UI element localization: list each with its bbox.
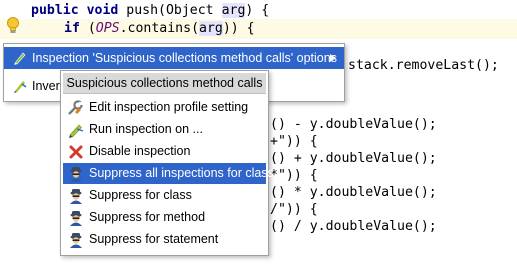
suppress-all-menu-item[interactable]: Suppress all inspections for class [63, 163, 274, 184]
menu-item-label: Run inspection on ... [89, 122, 203, 136]
code-line-8: *")) { [270, 168, 318, 183]
code-line-2: if (OPS.contains(arg)) { [64, 20, 255, 37]
menu-item-label: Edit inspection profile setting [89, 100, 249, 114]
code-line-7: () + y.doubleValue(); [270, 151, 437, 166]
code-text: .contains( [119, 21, 200, 36]
code-line-10: /")) { [270, 202, 318, 217]
invert-icon [14, 81, 27, 93]
code-line-11: () / y.doubleValue(); [270, 219, 437, 234]
code-line-5: () - y.doubleValue(); [270, 117, 437, 132]
code-line-3: stack.removeLast(); [348, 58, 499, 73]
menu-item-label: Suppress for method [89, 210, 206, 224]
keyword: public void [31, 3, 119, 18]
inspection-options-icon [14, 52, 26, 65]
suppress-icon [70, 233, 82, 248]
edit-profile-icon [68, 100, 83, 115]
disable-inspection-menu-item[interactable]: Disable inspection [63, 141, 266, 162]
suppress-icon [70, 189, 82, 204]
suppress-method-menu-item[interactable]: Suppress for method [63, 207, 266, 228]
code-identifier: arg [221, 3, 246, 18]
inspection-options-menu-item[interactable]: Inspection 'Suspicious collections metho… [4, 47, 344, 69]
suppress-class-menu-item[interactable]: Suppress for class [63, 185, 266, 206]
code-identifier: arg [199, 21, 223, 36]
static-field: OPS [95, 21, 120, 36]
menu-item-label: Inver [32, 79, 60, 93]
edit-profile-menu-item[interactable]: Edit inspection profile setting [63, 97, 266, 118]
disable-icon [69, 145, 83, 159]
code-line-9: () * y.doubleValue(); [270, 185, 437, 200]
inspection-submenu: Suspicious collections method calls Edit… [60, 70, 274, 256]
menu-item-label: Suppress for class [89, 188, 192, 202]
code-text: ) { [245, 3, 270, 18]
menu-item-label: Suppress all inspections for class [89, 166, 274, 180]
lightbulb-icon[interactable] [6, 16, 20, 36]
suppress-statement-menu-item[interactable]: Suppress for statement [63, 229, 266, 250]
run-inspection-menu-item[interactable]: Run inspection on ... [63, 119, 266, 140]
submenu-arrow-icon [330, 54, 336, 62]
code-text: ( [79, 21, 96, 36]
keyword: if [64, 21, 80, 36]
code-text: push(Object [118, 3, 222, 18]
suppress-icon [70, 211, 82, 226]
menu-item-label: Inspection 'Suspicious collections metho… [32, 51, 337, 65]
code-line-1: public void push(Object arg) { [31, 2, 269, 19]
run-inspection-icon [69, 124, 84, 138]
submenu-title: Suspicious collections method calls [63, 73, 266, 94]
menu-item-label: Suppress for statement [89, 232, 219, 246]
menu-item-label: Disable inspection [89, 144, 191, 158]
suppress-icon [70, 167, 82, 182]
code-line-6: +")) { [270, 134, 318, 149]
code-text: )) { [222, 21, 255, 36]
